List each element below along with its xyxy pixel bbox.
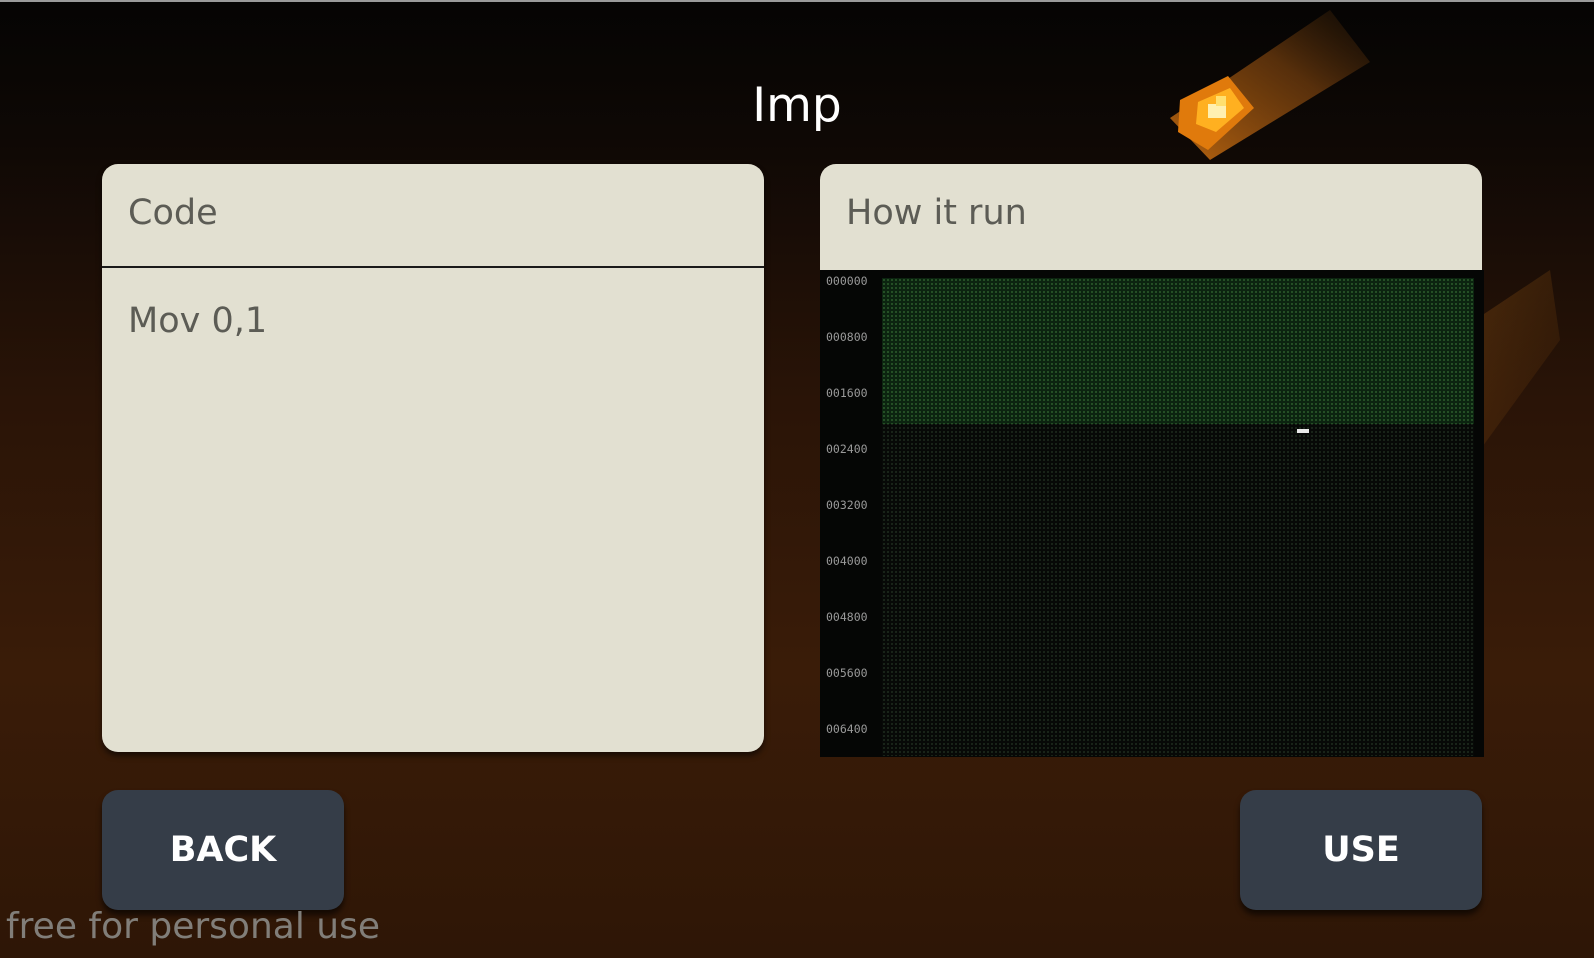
row-label: 001600: [826, 386, 868, 400]
watermark-text: free for personal use: [6, 906, 380, 947]
core-grid: [882, 278, 1474, 756]
row-label: 000000: [826, 274, 868, 288]
run-panel-header: How it run: [820, 164, 1482, 270]
row-label: 004000: [826, 554, 868, 568]
row-label: 006400: [826, 722, 868, 736]
row-label: 000800: [826, 330, 868, 344]
game-screen: Imp Code Mov 0,1 How it run 000000 00080…: [0, 0, 1594, 958]
row-label: 004800: [826, 610, 868, 624]
page-title: Imp: [752, 78, 842, 133]
code-panel: Code Mov 0,1: [102, 164, 764, 752]
code-panel-header: Code: [102, 164, 764, 268]
row-label: 005600: [826, 666, 868, 680]
row-label: 002400: [826, 442, 868, 456]
row-label: 003200: [826, 498, 868, 512]
use-button[interactable]: USE: [1240, 790, 1482, 910]
imp-process-marker: [1297, 429, 1309, 433]
core-memory-display: 000000 000800 001600 002400 003200 00400…: [820, 270, 1484, 757]
core-executed-region: [882, 278, 1474, 424]
code-text: Mov 0,1: [128, 301, 268, 341]
back-button[interactable]: BACK: [102, 790, 344, 910]
